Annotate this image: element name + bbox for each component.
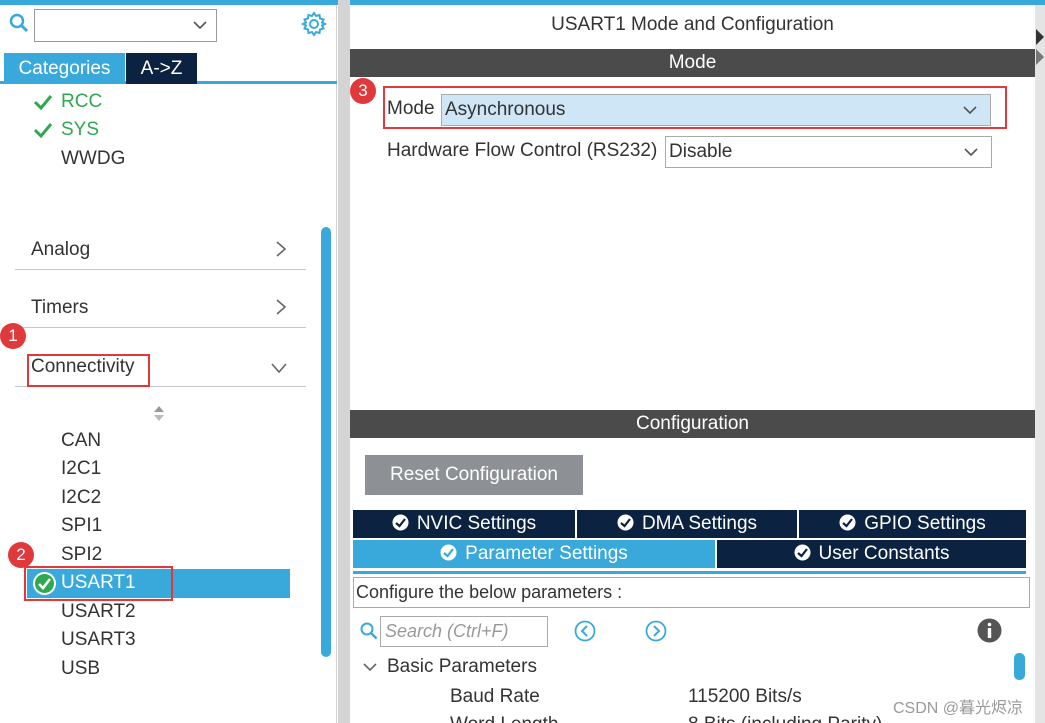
hardware-flow-control-label: Hardware Flow Control (RS232) xyxy=(387,140,658,161)
tab-underline xyxy=(353,571,1026,574)
checkmark-icon xyxy=(33,95,53,111)
check-circle-icon xyxy=(794,544,811,561)
collapse-arrow-icon[interactable] xyxy=(1035,25,1045,65)
chevron-right-icon xyxy=(276,241,287,257)
category-analog[interactable]: Analog xyxy=(15,232,306,270)
previous-match-icon[interactable] xyxy=(574,620,596,642)
tab-nvic-settings-label: NVIC Settings xyxy=(416,513,537,534)
basic-parameters-group[interactable]: Basic Parameters xyxy=(387,656,537,678)
step-badge-2: 2 xyxy=(8,542,34,568)
info-icon[interactable] xyxy=(977,618,1002,643)
tab-gpio-settings[interactable]: GPIO Settings xyxy=(799,510,1026,538)
param-baud-rate-value[interactable]: 115200 Bits/s xyxy=(688,686,802,708)
search-combo-box[interactable] xyxy=(34,9,217,42)
category-timers[interactable]: Timers xyxy=(15,290,306,328)
tree-item-wwdg[interactable]: WWDG xyxy=(61,147,125,173)
sort-icon[interactable] xyxy=(152,404,166,422)
step-badge-3: 3 xyxy=(350,78,376,104)
mode-section-header: Mode xyxy=(350,49,1035,77)
tree-item-usb[interactable]: USB xyxy=(61,657,100,683)
param-word-length-value[interactable]: 8 Bits (including Parity) xyxy=(688,714,882,723)
highlight-box-mode xyxy=(383,86,1007,129)
hardware-flow-control-select[interactable]: Disable xyxy=(665,136,992,168)
check-circle-icon xyxy=(839,514,856,531)
tree-item-spi1[interactable]: SPI1 xyxy=(61,514,102,540)
tab-a-to-z[interactable]: A->Z xyxy=(126,53,197,84)
tree-item-usart3[interactable]: USART3 xyxy=(61,628,136,654)
check-circle-icon xyxy=(617,514,634,531)
parameter-search-input[interactable]: Search (Ctrl+F) xyxy=(380,616,548,647)
tree-item-usart2[interactable]: USART2 xyxy=(61,600,136,626)
page-title: USART1 Mode and Configuration xyxy=(551,14,834,35)
tab-nvic-settings[interactable]: NVIC Settings xyxy=(353,510,577,538)
chevron-right-icon xyxy=(276,299,287,315)
tab-categories[interactable]: Categories xyxy=(4,53,125,84)
right-edge-strip xyxy=(1035,5,1045,723)
left-scrollbar-thumb[interactable] xyxy=(321,227,331,657)
tab-dma-settings[interactable]: DMA Settings xyxy=(577,510,799,538)
param-word-length-label: Word Length xyxy=(450,714,558,723)
next-match-icon[interactable] xyxy=(645,620,667,642)
highlight-box-connectivity xyxy=(27,354,150,387)
step-badge-1: 1 xyxy=(0,323,26,349)
param-baud-rate-label: Baud Rate xyxy=(450,686,540,707)
panel-divider[interactable] xyxy=(338,0,350,723)
hardware-flow-control-value: Disable xyxy=(669,141,733,162)
tab-user-constants[interactable]: User Constants xyxy=(717,540,1026,568)
check-circle-icon xyxy=(440,544,457,561)
chevron-down-icon xyxy=(964,148,978,157)
category-analog-label: Analog xyxy=(31,239,91,260)
tab-dma-settings-label: DMA Settings xyxy=(641,513,758,534)
search-icon[interactable] xyxy=(9,13,29,33)
chevron-down-icon[interactable] xyxy=(363,661,377,673)
chevron-down-icon xyxy=(193,21,207,30)
tab-user-constants-label: User Constants xyxy=(818,543,950,564)
tree-item-rcc[interactable]: RCC xyxy=(61,90,102,116)
tree-item-i2c2[interactable]: I2C2 xyxy=(61,486,101,512)
checkmark-icon xyxy=(33,123,53,139)
highlight-box-usart1 xyxy=(24,566,173,601)
tree-item-can[interactable]: CAN xyxy=(61,429,101,455)
tab-parameter-settings[interactable]: Parameter Settings xyxy=(353,540,717,568)
gear-icon[interactable] xyxy=(301,11,327,37)
configure-parameters-banner: Configure the below parameters : xyxy=(353,577,1030,608)
tab-parameter-settings-label: Parameter Settings xyxy=(465,543,628,564)
tab-gpio-settings-label: GPIO Settings xyxy=(864,513,986,534)
watermark: CSDN @暮光烬凉 xyxy=(893,700,1024,717)
search-icon xyxy=(360,622,378,640)
tree-item-i2c1[interactable]: I2C1 xyxy=(61,457,101,483)
parameter-scrollbar-thumb[interactable] xyxy=(1014,653,1025,680)
chevron-down-icon xyxy=(271,363,287,374)
check-circle-icon xyxy=(392,514,409,531)
reset-configuration-button[interactable]: Reset Configuration xyxy=(365,455,583,495)
category-timers-label: Timers xyxy=(31,297,89,318)
tree-item-sys[interactable]: SYS xyxy=(61,118,99,144)
configuration-section-header: Configuration xyxy=(350,410,1035,438)
